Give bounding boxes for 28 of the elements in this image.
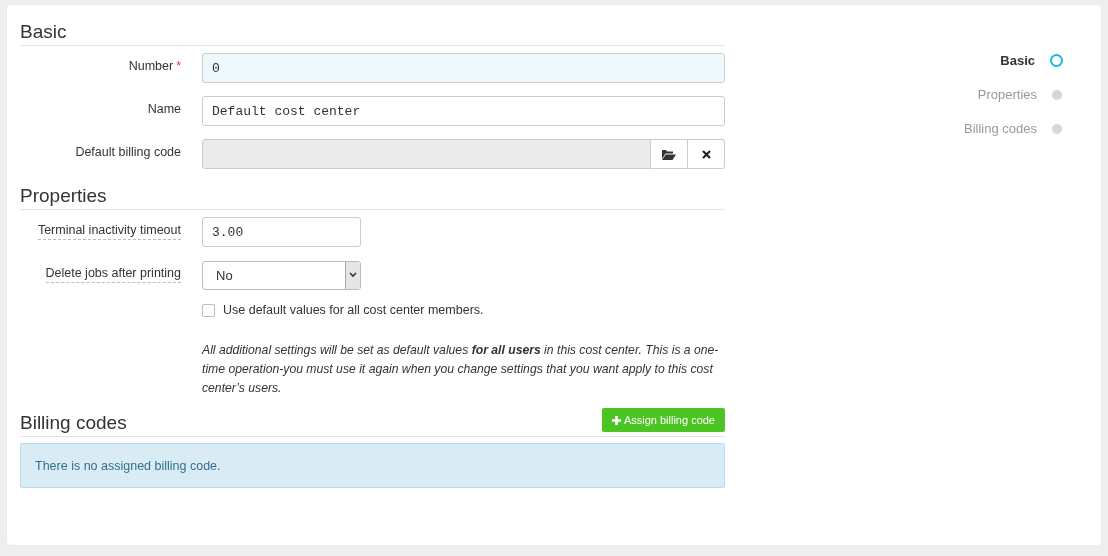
section-heading: Properties [20,169,725,210]
field-label: Default billing code [75,145,181,159]
select-field[interactable]: No [202,260,361,290]
field-label: Terminal inactivity timeout [37,223,181,240]
required-marker: * [176,59,181,73]
plus-icon [611,415,621,425]
field-label: Number [128,59,174,73]
nav-link[interactable]: Basic [1000,53,1035,68]
text-field[interactable]: Default cost center [202,96,725,126]
step-dot-icon [1052,123,1062,134]
clear-button[interactable] [688,139,725,169]
text-field[interactable]: 0 [202,53,725,83]
caret-icon [345,261,360,289]
step-dot-icon [1052,89,1062,100]
browse-button[interactable] [651,139,688,169]
info-alert: There is no assigned billing code. [20,443,725,488]
note-text: All additional settings will be set as default values for all users in this cost center. This is a one-time operation-you must use it again when you change settings that you want apply to this cost center’s users. [202,342,720,397]
checkbox[interactable] [202,303,215,317]
billing-code-field[interactable] [202,139,651,169]
field-label: Delete jobs after printing [45,266,181,283]
step-dot-icon [1050,54,1063,67]
close-icon [701,149,711,159]
section-heading: Billing codes [20,412,127,435]
checkbox-label[interactable]: Use default values for all cost center members. [223,303,484,317]
folder-icon [662,148,676,160]
section-heading: Basic [20,5,725,46]
field-label: Name [147,102,181,116]
number-field[interactable]: 3.00 [202,217,361,247]
